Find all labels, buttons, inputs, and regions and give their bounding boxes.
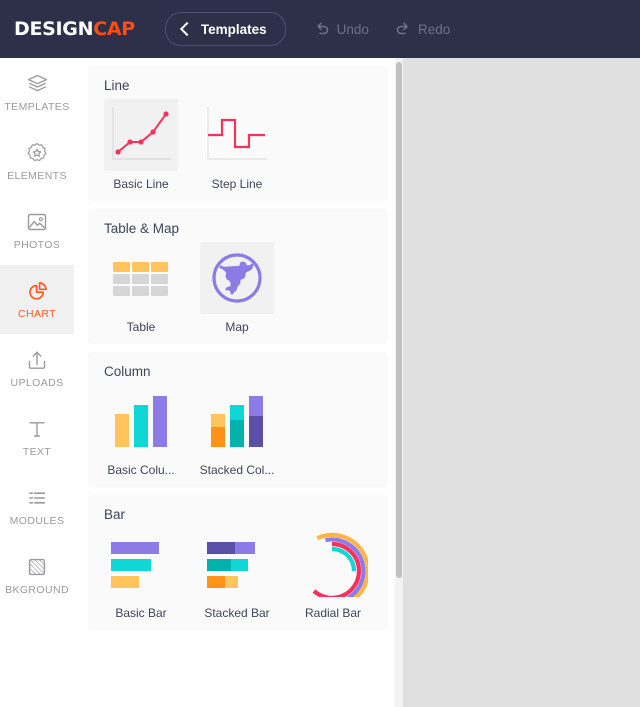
templates-button-label: Templates (200, 21, 267, 37)
chart-type-label: Stacked Bar (204, 606, 270, 620)
section-table-map: Table & Map Table Map (88, 209, 388, 344)
section-title-table-map: Table & Map (104, 221, 180, 236)
undo-label: Undo (336, 21, 369, 37)
section-line-thumbs: Basic Line Step Line (88, 99, 388, 191)
chart-type-table[interactable]: Table (100, 242, 182, 334)
background-icon (26, 555, 48, 579)
redo-label: Redo (417, 21, 451, 37)
section-bar: Bar Basic Bar Stacked Bar Radial Bar (88, 495, 388, 630)
logo-cap-text: CAP (93, 18, 135, 40)
sidebar-item-modules[interactable]: MODULES (0, 472, 74, 541)
sidebar-item-text[interactable]: TEXT (0, 403, 74, 472)
chart-type-basic-bar[interactable]: Basic Bar (100, 528, 182, 620)
sidebar-label-text: TEXT (22, 446, 52, 458)
logo-design-text: DESIGN (14, 18, 94, 40)
sidebar-label-templates: TEMPLATES (4, 101, 70, 113)
text-t-icon (26, 417, 48, 441)
sidebar-item-bkground[interactable]: BKGROUND (0, 541, 74, 610)
chart-type-map[interactable]: Map (196, 242, 278, 334)
sidebar-item-photos[interactable]: PHOTOS (0, 196, 74, 265)
stacked-column-thumb (200, 385, 274, 457)
map-globe-thumb (200, 242, 274, 314)
sidebar-label-bkground: BKGROUND (5, 584, 69, 596)
sidebar-label-uploads: UPLOADS (10, 377, 64, 389)
pie-chart-icon (25, 279, 49, 303)
chart-type-stacked-bar[interactable]: Stacked Bar (196, 528, 278, 620)
sidebar-item-uploads[interactable]: UPLOADS (0, 334, 74, 403)
stacked-bar-thumb (200, 528, 274, 600)
redo-arrow-icon (395, 22, 411, 36)
history-controls: Undo Redo (314, 22, 450, 37)
chart-type-label: Basic Bar (115, 606, 167, 620)
chart-type-label: Step Line (211, 177, 263, 191)
chart-type-label: Radial Bar (304, 606, 362, 620)
sidebar-label-photos: PHOTOS (13, 239, 61, 251)
layers-icon (26, 72, 49, 96)
section-column: Column Basic Colu... Stacked Col... (88, 352, 388, 487)
sidebar-item-templates[interactable]: TEMPLATES (0, 58, 74, 127)
section-table-map-thumbs: Table Map (88, 242, 388, 334)
list-icon (26, 486, 48, 510)
chart-type-basic-column[interactable]: Basic Colu... (100, 385, 182, 477)
chart-type-label: Basic Colu... (107, 463, 175, 477)
templates-button[interactable]: Templates (164, 12, 286, 46)
sidebar-label-chart: CHART (18, 308, 56, 320)
image-icon (26, 210, 48, 234)
undo-arrow-icon (314, 22, 330, 36)
redo-button[interactable]: Redo (395, 22, 450, 37)
table-thumb (104, 242, 178, 314)
chart-type-label: Table (126, 320, 156, 334)
chart-type-label: Basic Line (113, 177, 169, 191)
app-logo[interactable]: DESIGNCAP (14, 18, 135, 40)
section-title-bar: Bar (104, 507, 126, 522)
basic-bar-thumb (104, 528, 178, 600)
section-bar-thumbs: Basic Bar Stacked Bar Radial Bar (88, 528, 388, 620)
chart-type-basic-line[interactable]: Basic Line (100, 99, 182, 191)
step-line-thumb (200, 99, 274, 171)
section-title-line: Line (104, 78, 130, 93)
badge-star-icon (26, 141, 48, 165)
chart-type-radial-bar[interactable]: Radial Bar (292, 528, 374, 620)
sidebar-item-chart[interactable]: CHART (0, 265, 74, 334)
sidebar-label-elements: ELEMENTS (7, 170, 67, 182)
left-sidebar: TEMPLATES ELEMENTS PHOTOS CHART UPLOADS … (0, 58, 75, 707)
design-canvas[interactable] (403, 58, 640, 707)
sidebar-label-modules: MODULES (9, 515, 65, 527)
basic-line-thumb (104, 99, 178, 171)
chart-type-label: Map (225, 320, 249, 334)
chevron-left-icon (179, 21, 194, 37)
panel-scrollbar-thumb[interactable] (396, 62, 402, 578)
upload-icon (26, 348, 48, 372)
chart-panel-scroll-area[interactable]: Line Basic Line Step Line Table & Map Ta… (74, 58, 402, 707)
designcap-editor: DESIGNCAP Templates Undo Redo TEMPLATES … (0, 0, 640, 707)
section-line: Line Basic Line Step Line (88, 66, 388, 201)
radial-bar-thumb (296, 528, 370, 600)
chart-type-stacked-column[interactable]: Stacked Col... (196, 385, 278, 477)
top-toolbar: DESIGNCAP Templates Undo Redo (0, 0, 640, 58)
undo-button[interactable]: Undo (314, 22, 369, 37)
section-title-column: Column (104, 364, 151, 379)
chart-panel: Line Basic Line Step Line Table & Map Ta… (74, 58, 402, 707)
basic-column-thumb (104, 385, 178, 457)
sidebar-item-elements[interactable]: ELEMENTS (0, 127, 74, 196)
chart-type-label: Stacked Col... (199, 463, 275, 477)
chart-type-step-line[interactable]: Step Line (196, 99, 278, 191)
section-column-thumbs: Basic Colu... Stacked Col... (88, 385, 388, 477)
